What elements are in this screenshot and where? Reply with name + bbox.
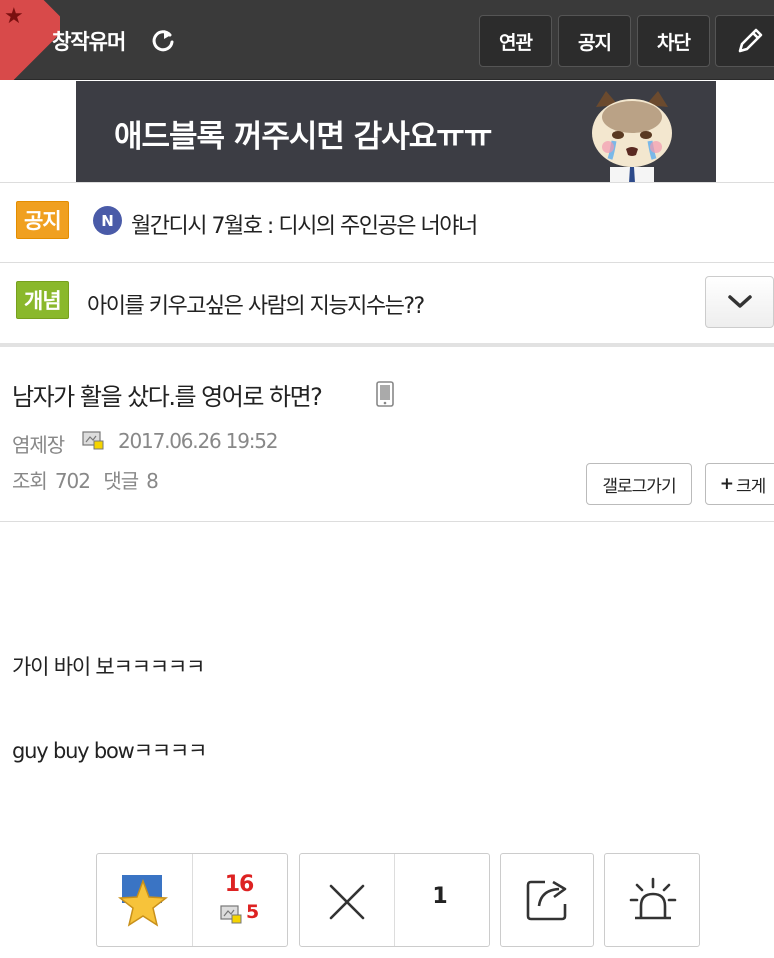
share-button[interactable] (500, 853, 594, 947)
ad-banner-text: 애드블록 꺼주시면 감사요ㅠㅠ (114, 119, 492, 155)
fixed-recommend-count: 5 (246, 901, 260, 923)
block-button[interactable]: 차단 (637, 15, 710, 67)
concept-badge: 개념 (16, 281, 69, 319)
section-divider (0, 343, 774, 347)
close-icon[interactable] (328, 883, 366, 921)
expand-button[interactable] (705, 276, 774, 328)
enlarge-button[interactable]: + 크게 (705, 463, 774, 505)
post-date: 2017.06.26 19:52 (118, 429, 279, 453)
new-icon: N (93, 206, 122, 235)
concept-post-link[interactable]: 아이를 키우고싶은 사람의 지능지수는?? (87, 288, 425, 320)
divider (192, 854, 193, 946)
notice-link[interactable]: 월간디시 7월호 : 디시의 주인공은 너야너 (131, 208, 478, 240)
divider (0, 182, 774, 183)
refresh-icon[interactable] (150, 27, 176, 53)
views-label: 조회 (12, 469, 48, 493)
recommend-count: 16 (224, 872, 255, 897)
star-icon[interactable]: ★ (4, 6, 24, 28)
nonrecommend-count: 1 (432, 884, 448, 909)
comments-count: 8 (146, 469, 159, 493)
favorite-ribbon[interactable]: ★ (0, 0, 60, 80)
write-button[interactable] (715, 15, 774, 67)
ad-banner[interactable]: 애드블록 꺼주시면 감사요ㅠㅠ (76, 81, 716, 183)
post-title: 남자가 활을 샀다.를 영어로 하면? (12, 383, 323, 411)
post-content-line: 가이 바이 보ㅋㅋㅋㅋㅋ (12, 655, 205, 679)
chevron-down-icon (727, 295, 752, 308)
fixed-nick-icon (220, 905, 242, 924)
divider (394, 854, 395, 946)
post-author[interactable]: 염제장 (12, 429, 65, 458)
pencil-icon (738, 28, 763, 53)
recommend-star-icon[interactable] (118, 873, 168, 929)
gallery-title[interactable]: 창작유머 (52, 26, 126, 56)
report-button[interactable] (604, 853, 700, 947)
plus-icon: + (719, 474, 734, 494)
post-stats: 조회 702 댓글 8 (12, 465, 166, 494)
crying-cat-icon (592, 91, 672, 183)
views-count: 702 (54, 469, 91, 493)
notice-badge: 공지 (16, 201, 69, 239)
mobile-icon (376, 381, 394, 407)
fixed-nick-icon (82, 431, 104, 450)
share-icon (526, 880, 567, 921)
enlarge-label: 크게 (735, 476, 766, 497)
gallery-header: ★ 창작유머 연관 공지 차단 (0, 0, 774, 80)
siren-icon (629, 877, 677, 920)
divider (0, 262, 774, 263)
notice-button[interactable]: 공지 (558, 15, 631, 67)
comments-label: 댓글 (103, 469, 139, 493)
related-button[interactable]: 연관 (479, 15, 552, 67)
gallog-button[interactable]: 갤로그가기 (586, 463, 692, 505)
post-content-line: guy buy bowㅋㅋㅋㅋ (12, 739, 207, 763)
divider (0, 521, 774, 522)
